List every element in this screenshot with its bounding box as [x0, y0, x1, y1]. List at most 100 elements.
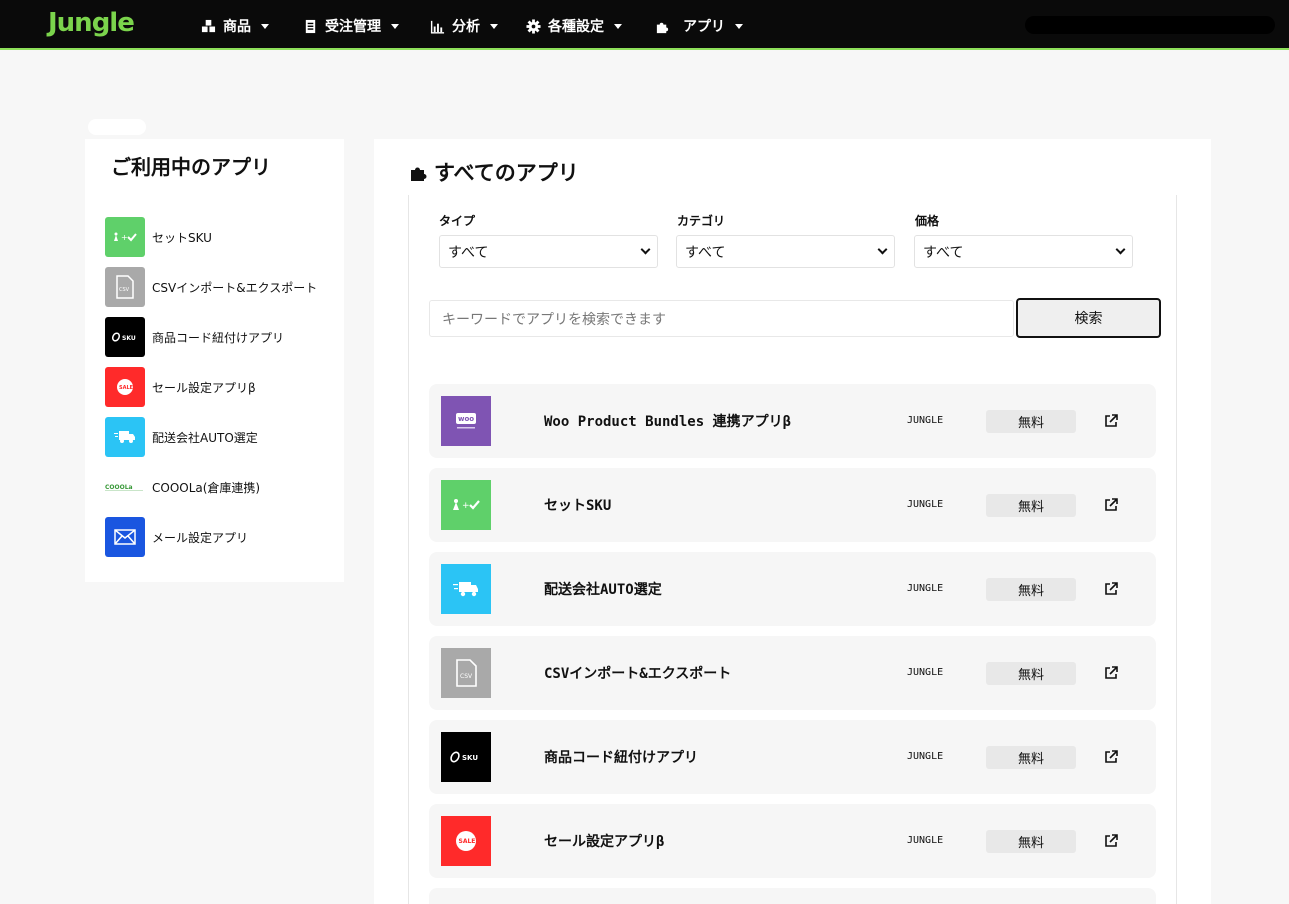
caret-down-icon	[391, 23, 399, 29]
app-price-badge: 無料	[986, 494, 1076, 517]
installed-apps-title: ご利用中のアプリ	[111, 155, 271, 179]
nav-menu-orders[interactable]: 受注管理	[303, 15, 399, 37]
installed-app-mail[interactable]: メール設定アプリ	[105, 517, 340, 557]
redacted-account-name[interactable]	[1025, 16, 1275, 34]
installed-app-csv[interactable]: CSV CSVインポート&エクスポート	[105, 267, 340, 307]
installed-app-label: 配送会社AUTO選定	[152, 430, 258, 445]
search-button[interactable]: 検索	[1016, 298, 1161, 338]
installed-app-sale[interactable]: SALE セール設定アプリβ	[105, 367, 340, 407]
csv-file-icon: CSV	[441, 648, 491, 698]
jungle-logo[interactable]: Jungle	[48, 8, 135, 38]
external-link-icon[interactable]	[1104, 750, 1118, 764]
svg-text:woo: woo	[458, 415, 474, 423]
link-sku-icon: SKU	[441, 732, 491, 782]
caret-down-icon	[735, 23, 743, 29]
installed-app-label: CSVインポート&エクスポート	[152, 280, 318, 295]
nav-menu-products[interactable]: 商品	[201, 15, 269, 37]
nav-menu-analytics[interactable]: 分析	[430, 15, 498, 37]
sale-tag-icon: SALE	[105, 367, 145, 407]
app-row-link-sku[interactable]: SKU 商品コード紐付けアプリ JUNGLE 無料	[429, 720, 1156, 794]
installed-app-label: セットSKU	[152, 230, 212, 245]
filter-select-price[interactable]: すべて	[914, 235, 1133, 268]
puzzle-icon	[656, 22, 669, 33]
installed-app-label: 商品コード紐付けアプリ	[152, 330, 285, 345]
link-sku-icon: SKU	[105, 317, 145, 357]
chevron-down-icon	[1115, 244, 1126, 255]
app-name: セットSKU	[544, 498, 612, 514]
envelope-icon	[105, 517, 145, 557]
app-row-set-sku[interactable]: + セットSKU JUNGLE 無料	[429, 468, 1156, 542]
filter-value: すべて	[685, 244, 726, 261]
nav-label: 受注管理	[325, 19, 381, 35]
nav-label: 分析	[452, 19, 480, 35]
installed-apps-panel: ご利用中のアプリ + セットSKU CSV CSVインポート&エクスポート SK…	[85, 139, 344, 582]
app-row-csv[interactable]: CSV CSVインポート&エクスポート JUNGLE 無料	[429, 636, 1156, 710]
svg-text:+: +	[121, 233, 128, 242]
external-link-icon[interactable]	[1104, 582, 1118, 596]
set-sku-icon: +	[441, 480, 491, 530]
installed-app-auto-carrier[interactable]: 配送会社AUTO選定	[105, 417, 340, 457]
nav-label: 各種設定	[548, 19, 604, 35]
nav-menu-apps[interactable]: アプリ	[655, 15, 743, 37]
filter-value: すべて	[448, 244, 489, 261]
external-link-icon[interactable]	[1104, 498, 1118, 512]
app-developer: JUNGLE	[907, 667, 944, 678]
filter-value: すべて	[923, 244, 964, 261]
bar-chart-icon	[430, 20, 445, 34]
app-price-badge: 無料	[986, 662, 1076, 685]
filter-select-type[interactable]: すべて	[439, 235, 658, 268]
app-row-sale[interactable]: SALE セール設定アプリβ JUNGLE 無料	[429, 804, 1156, 878]
app-name: 商品コード紐付けアプリ	[544, 750, 698, 766]
app-search-input[interactable]: キーワードでアプリを検索できます	[429, 300, 1014, 337]
caret-down-icon	[614, 23, 622, 29]
installed-app-label: COOOLa(倉庫連携)	[152, 480, 261, 495]
sale-tag-icon: SALE	[441, 816, 491, 866]
app-developer: JUNGLE	[907, 415, 944, 426]
top-nav-bar: Jungle 商品 受注管理 分析 各種設定 アプリ	[0, 0, 1289, 50]
app-row-woo-bundles[interactable]: woo Woo Product Bundles 連携アプリβ JUNGLE 無料	[429, 384, 1156, 458]
app-row-auto-carrier[interactable]: 配送会社AUTO選定 JUNGLE 無料	[429, 552, 1156, 626]
installed-app-label: メール設定アプリ	[152, 530, 249, 545]
caret-down-icon	[261, 23, 269, 29]
app-price-badge: 無料	[986, 746, 1076, 769]
filter-label-category: カテゴリ	[677, 214, 726, 228]
svg-text:CSV: CSV	[460, 673, 473, 680]
nav-label: 商品	[223, 19, 251, 35]
app-price-badge: 無料	[986, 578, 1076, 601]
csv-file-icon: CSV	[105, 267, 145, 307]
app-name: Woo Product Bundles 連携アプリβ	[544, 414, 792, 430]
all-apps-panel: すべてのアプリ タイプ すべて カテゴリ すべて 価格 すべて キーワードでアプ…	[374, 139, 1211, 904]
svg-text:+: +	[462, 501, 470, 511]
svg-text:SKU: SKU	[122, 335, 136, 342]
redacted-spot	[88, 119, 146, 135]
installed-app-cooola[interactable]: COOOLa COOOLa(倉庫連携)	[105, 467, 340, 507]
installed-app-link-sku[interactable]: SKU 商品コード紐付けアプリ	[105, 317, 340, 357]
app-developer: JUNGLE	[907, 499, 944, 510]
apps-list-frame: タイプ すべて カテゴリ すべて 価格 すべて キーワードでアプリを検索できます…	[408, 195, 1177, 904]
search-placeholder: キーワードでアプリを検索できます	[442, 311, 666, 328]
installed-app-set-sku[interactable]: + セットSKU	[105, 217, 340, 257]
chevron-down-icon	[640, 244, 651, 255]
svg-text:SKU: SKU	[462, 754, 478, 762]
app-row-partial[interactable]	[429, 888, 1156, 904]
app-price-badge: 無料	[986, 830, 1076, 853]
svg-text:SALE: SALE	[459, 838, 476, 845]
nav-menu-settings[interactable]: 各種設定	[526, 15, 622, 37]
all-apps-title-text: すべてのアプリ	[434, 161, 579, 185]
set-sku-icon: +	[105, 217, 145, 257]
gear-icon	[526, 18, 541, 34]
boxes-icon	[201, 19, 216, 32]
installed-app-label: セール設定アプリβ	[152, 380, 256, 395]
cooola-logo-icon: COOOLa	[105, 467, 145, 507]
app-developer: JUNGLE	[907, 835, 944, 846]
app-name: セール設定アプリβ	[544, 834, 665, 850]
filter-label-price: 価格	[915, 214, 940, 228]
delivery-truck-icon	[105, 417, 145, 457]
app-name: CSVインポート&エクスポート	[544, 666, 732, 682]
puzzle-icon	[411, 167, 427, 181]
external-link-icon[interactable]	[1104, 834, 1118, 848]
filter-select-category[interactable]: すべて	[676, 235, 895, 268]
caret-down-icon	[490, 23, 498, 29]
external-link-icon[interactable]	[1104, 666, 1118, 680]
external-link-icon[interactable]	[1104, 414, 1118, 428]
